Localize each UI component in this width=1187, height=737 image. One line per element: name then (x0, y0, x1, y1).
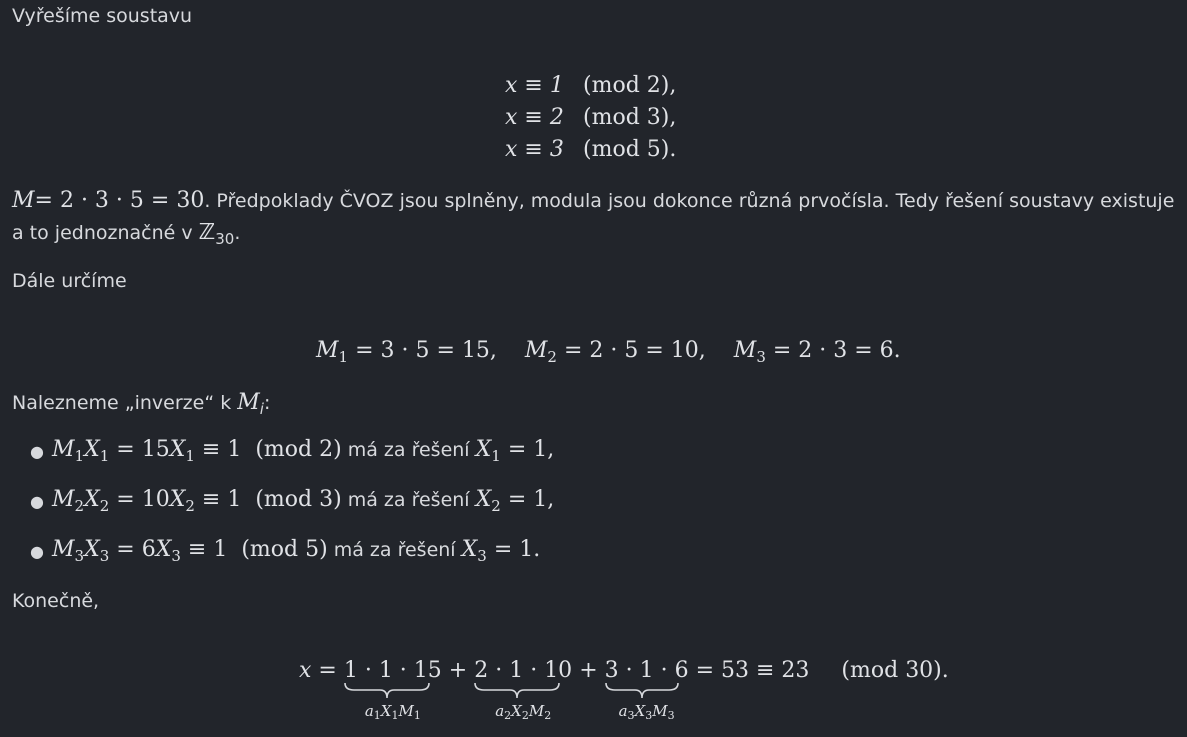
uniqueness-text: a to jednoznačné v (12, 222, 199, 244)
final-equation: x = 1 · 1 · 15 a1X1M1 + 2 · 1 · 10 a2X2M… (299, 658, 949, 722)
underbrace-label: a2X2M2 (495, 702, 552, 722)
final-lhs: x = (299, 658, 337, 683)
inverse-item-2: M2X2 = 10X2 ≡ 1 (mod 3) má za řešení X2 … (52, 487, 555, 515)
congruence-line-3: x ≡ 3 (mod 5). (505, 137, 676, 162)
intro-text: Vyřešíme soustavu (12, 5, 193, 27)
underbrace-term-2: 2 · 1 · 10 a2X2M2 (474, 658, 573, 722)
underbrace-icon (474, 682, 561, 699)
partial-m2: M2 = 2 · 5 = 10, (524, 338, 706, 366)
integers-symbol: ℤ (198, 220, 216, 245)
congruence-line-2: x ≡ 2 (mod 3), (505, 105, 676, 130)
modulus-explanation: . Předpoklady ČVOZ jsou splněny, modula … (204, 190, 1175, 212)
term-expr: 3 · 1 · 6 (604, 658, 689, 683)
inverse-intro: Nalezneme „inverze“ k Mi: (12, 390, 271, 418)
bullet-icon: ● (30, 442, 44, 461)
inverse-item-1: M1X1 = 15X1 ≡ 1 (mod 2) má za řešení X1 … (52, 437, 555, 465)
term-expr: 2 · 1 · 10 (474, 658, 573, 683)
underbrace-label: a3X3M3 (618, 702, 675, 722)
congruence-lhs: x ≡ 3 (505, 137, 564, 162)
underbrace-icon (344, 682, 430, 699)
bullet-icon: ● (30, 542, 44, 561)
underbrace-term-3: 3 · 1 · 6 a3X3M3 (604, 658, 689, 722)
congruence-rhs: (mod 3), (583, 105, 677, 130)
final-mod: (mod 30). (841, 658, 949, 683)
congruence-lhs: x ≡ 2 (505, 105, 564, 130)
document-page: Vyřešíme soustavu x ≡ 1 (mod 2), x ≡ 2 (mo… (0, 0, 1187, 737)
inverse-item-3: M3X3 = 6X3 ≡ 1 (mod 5) má za řešení X3 =… (52, 537, 541, 565)
modulus-paragraph-line-1: M= 2 · 3 · 5 = 30. Předpoklady ČVOZ jsou… (12, 188, 1174, 213)
modulus-formula: = 2 · 3 · 5 = 30 (34, 188, 205, 213)
final-rhs: = 53 ≡ 23 (695, 658, 810, 683)
ring-subscript: 30 (215, 230, 235, 248)
congruence-lhs: x ≡ 1 (505, 73, 564, 98)
partial-m3: M3 = 2 · 3 = 6. (733, 338, 901, 366)
underbrace-label: a1X1M1 (364, 702, 421, 722)
partial-moduli: M1 = 3 · 5 = 15, M2 = 2 · 5 = 10, M3 = 2 ·… (316, 338, 901, 366)
modulus-symbol: M (12, 188, 35, 213)
finally-text: Konečně, (12, 590, 100, 612)
dale-text: Dále určíme (12, 270, 127, 292)
underbrace-icon (604, 682, 679, 699)
congruence-rhs: (mod 2), (583, 73, 677, 98)
term-expr: 1 · 1 · 15 (343, 658, 442, 683)
partial-m1: M1 = 3 · 5 = 15, (316, 338, 497, 366)
uniqueness-end: . (234, 222, 241, 244)
congruence-line-1: x ≡ 1 (mod 2), (505, 73, 676, 98)
bullet-icon: ● (30, 492, 44, 511)
congruence-rhs: (mod 5). (583, 137, 677, 162)
underbrace-term-1: 1 · 1 · 15 a1X1M1 (343, 658, 442, 722)
modulus-paragraph-line-2: a to jednoznačné v ℤ30. (12, 220, 241, 248)
